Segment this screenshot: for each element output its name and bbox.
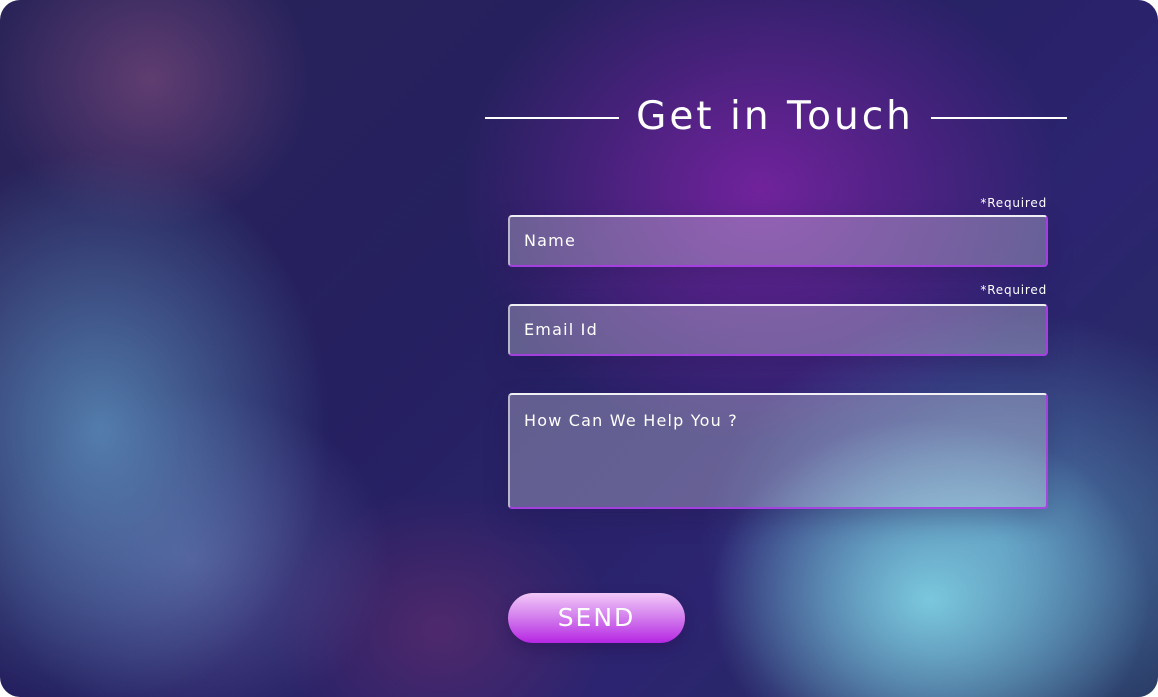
title-divider-right — [931, 117, 1067, 119]
contact-card: Get in Touch *Required Name *Required Em… — [0, 0, 1158, 697]
title-row: Get in Touch — [485, 86, 1067, 148]
page-title: Get in Touch — [636, 94, 914, 139]
email-field[interactable]: Email Id — [508, 304, 1048, 356]
message-field-placeholder: How Can We Help You ? — [524, 411, 738, 430]
name-required-note: *Required — [980, 196, 1047, 210]
send-button[interactable]: SEND — [508, 593, 685, 643]
email-field-placeholder: Email Id — [524, 320, 598, 339]
message-field[interactable]: How Can We Help You ? — [508, 393, 1048, 509]
name-field[interactable]: Name — [508, 215, 1048, 267]
name-field-placeholder: Name — [524, 231, 577, 250]
email-required-note: *Required — [980, 283, 1047, 297]
title-divider-left — [485, 117, 619, 119]
